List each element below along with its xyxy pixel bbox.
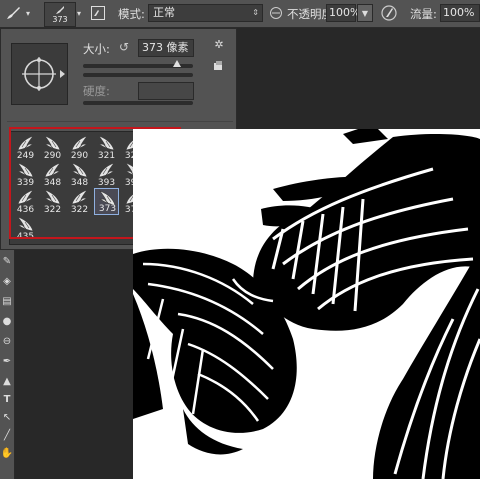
brush-preset-size: 373 bbox=[98, 204, 117, 214]
wing-brush-icon bbox=[44, 135, 61, 151]
gear-icon[interactable]: ✲ bbox=[211, 37, 227, 51]
size-field[interactable]: 373 像素 bbox=[138, 39, 194, 57]
hardness-field[interactable] bbox=[138, 82, 194, 100]
wing-brush-icon bbox=[71, 189, 88, 205]
eraser-tool-icon[interactable]: ◈ bbox=[0, 274, 14, 288]
wing-brush-icon bbox=[17, 135, 34, 151]
wing-brush-icon bbox=[44, 162, 61, 178]
mode-value: 正常 bbox=[153, 6, 175, 19]
brush-preset-size: 435 bbox=[16, 232, 35, 242]
new-preset-icon[interactable] bbox=[211, 59, 225, 73]
pressure-size-icon[interactable] bbox=[378, 2, 400, 24]
brush-preset-cell[interactable]: 322 bbox=[40, 188, 65, 215]
brush-preset-cell[interactable]: 393 bbox=[94, 161, 119, 188]
brush-preset-cell[interactable]: 436 bbox=[13, 188, 38, 215]
brush-tip-icon bbox=[56, 6, 64, 14]
wing-brush-icon bbox=[71, 135, 88, 151]
brush-preset-cell[interactable]: 435 bbox=[13, 215, 38, 242]
mode-label: 模式: bbox=[118, 7, 145, 21]
brush-preset-size: 322 bbox=[43, 205, 62, 215]
brush-size-readout: 373 bbox=[52, 15, 68, 24]
path-select-tool-icon[interactable]: ▲ bbox=[0, 374, 14, 388]
wing-brush-icon bbox=[98, 135, 115, 151]
brush-preset-cell[interactable]: 321 bbox=[94, 134, 119, 161]
hardness-slider[interactable] bbox=[83, 101, 193, 105]
pen-tool-icon[interactable]: ✒ bbox=[0, 354, 14, 368]
pressure-opacity-icon[interactable] bbox=[268, 4, 284, 22]
brush-preset-cell[interactable]: 322 bbox=[67, 188, 92, 215]
wing-brush-icon bbox=[17, 189, 34, 205]
brush-preset-size: 348 bbox=[43, 178, 62, 188]
brush-preset-cell[interactable]: 290 bbox=[67, 134, 92, 161]
flow-value: 100% bbox=[443, 6, 475, 19]
hand-tool-icon[interactable]: ✋ bbox=[0, 446, 14, 460]
opacity-value: 100% bbox=[329, 6, 361, 19]
wing-brush-icon bbox=[44, 189, 61, 205]
wing-brush-icon bbox=[17, 162, 34, 178]
brush-preset-cell[interactable]: 348 bbox=[40, 161, 65, 188]
options-bar: ▾ 373 ▾ 模式: 正常 ⇕ 不透明度: 100% ▼ 流量: 100% bbox=[0, 0, 480, 28]
brush-preset-cell[interactable]: 373 bbox=[94, 188, 119, 215]
chevron-down-icon[interactable]: ▾ bbox=[75, 6, 83, 20]
wing-brush-icon bbox=[98, 162, 115, 178]
type-tool-icon[interactable]: T bbox=[0, 392, 14, 406]
line-tool-icon[interactable]: ╱ bbox=[0, 428, 14, 442]
brush-preset-cell[interactable]: 348 bbox=[67, 161, 92, 188]
updown-icon: ⇕ bbox=[252, 8, 259, 17]
brush-tool-icon[interactable] bbox=[2, 3, 24, 23]
size-slider-track-lower bbox=[83, 73, 193, 77]
panel-divider bbox=[7, 121, 233, 122]
brush-preset-size: 249 bbox=[16, 151, 35, 161]
brush-preset-size: 322 bbox=[70, 205, 89, 215]
reset-size-icon[interactable]: ↺ bbox=[116, 39, 132, 55]
brush-preset-cell[interactable]: 290 bbox=[40, 134, 65, 161]
chevron-down-icon: ▼ bbox=[361, 8, 369, 18]
brush-preset-size: 290 bbox=[43, 151, 62, 161]
size-value: 373 像素 bbox=[142, 41, 189, 54]
document-canvas[interactable] bbox=[133, 129, 480, 479]
brush-preset-size: 339 bbox=[16, 178, 35, 188]
brush-preset-size: 393 bbox=[97, 178, 116, 188]
wing-brush-icon bbox=[17, 216, 34, 232]
size-label: 大小: bbox=[83, 42, 110, 56]
brush-preset-size: 348 bbox=[70, 178, 89, 188]
brush-preset-size: 436 bbox=[16, 205, 35, 215]
wing-artwork bbox=[133, 129, 480, 479]
brush-preset-cell[interactable]: 249 bbox=[13, 134, 38, 161]
flow-field[interactable]: 100% bbox=[440, 4, 480, 22]
brush-preset-cell[interactable]: 339 bbox=[13, 161, 38, 188]
opacity-field[interactable]: 100% bbox=[326, 4, 360, 22]
gradient-tool-icon[interactable]: ▤ bbox=[0, 294, 14, 308]
brush-preset-size: 290 bbox=[70, 151, 89, 161]
brush-preset-size: 321 bbox=[97, 151, 116, 161]
mode-select[interactable]: 正常 ⇕ bbox=[148, 4, 263, 22]
brush-tip-preview[interactable] bbox=[11, 43, 68, 105]
hardness-label: 硬度: bbox=[83, 84, 110, 98]
brush-preset-picker[interactable]: 373 bbox=[44, 2, 76, 27]
wing-brush-icon bbox=[71, 162, 88, 178]
opacity-dropdown-button[interactable]: ▼ bbox=[357, 4, 373, 22]
flow-label: 流量: bbox=[410, 7, 437, 21]
tools-panel: ✎ ◈ ▤ ● ⊖ ✒ ▲ T ↖ ╱ ✋ bbox=[0, 250, 15, 479]
size-slider-thumb[interactable] bbox=[173, 60, 181, 67]
brush-panel-toggle-icon[interactable] bbox=[89, 4, 107, 22]
blur-tool-icon[interactable]: ● bbox=[0, 314, 14, 328]
dodge-tool-icon[interactable]: ⊖ bbox=[0, 334, 14, 348]
chevron-down-icon[interactable]: ▾ bbox=[24, 6, 32, 20]
direct-select-tool-icon[interactable]: ↖ bbox=[0, 410, 14, 424]
brush-tool-icon[interactable]: ✎ bbox=[0, 254, 14, 268]
